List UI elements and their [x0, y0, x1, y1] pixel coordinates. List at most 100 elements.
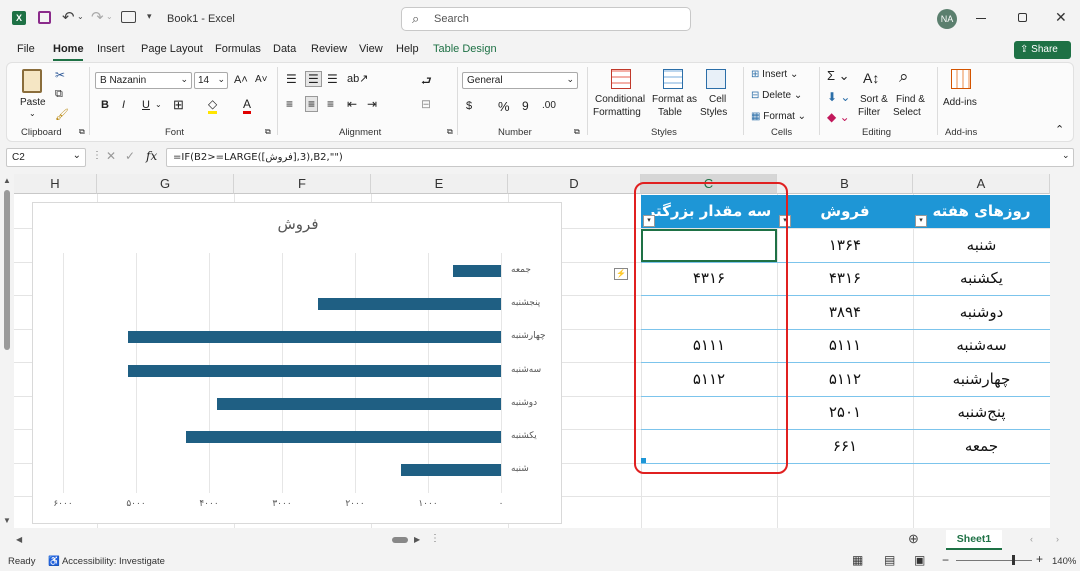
minimize-icon[interactable] — [976, 18, 986, 19]
expand-formula-icon[interactable]: ⌄ — [1062, 150, 1070, 161]
align-right-icon[interactable]: ≡ — [327, 97, 334, 111]
conditional-formatting-button[interactable]: Conditional Formatting — [593, 67, 649, 123]
column-header-g[interactable]: G — [97, 174, 234, 194]
column-header-h[interactable]: H — [14, 174, 97, 194]
quick-analysis-icon[interactable]: ⚡ — [614, 268, 628, 280]
page-layout-view-icon[interactable]: ▤ — [884, 553, 895, 567]
format-cells-button[interactable]: ▦ Format ⌄ — [751, 111, 806, 122]
column-header-a[interactable]: A — [913, 174, 1050, 194]
tab-review[interactable]: Review — [311, 43, 347, 55]
chart-bar[interactable] — [452, 265, 501, 277]
font-launcher-icon[interactable]: ⧉ — [265, 127, 271, 137]
grow-font-button[interactable]: A˄ — [234, 74, 248, 86]
wrap-text-icon[interactable]: ⮐ — [421, 72, 432, 93]
number-launcher-icon[interactable]: ⧉ — [574, 127, 580, 137]
restore-icon[interactable] — [1018, 13, 1027, 22]
column-header-f[interactable]: F — [234, 174, 371, 194]
normal-view-icon[interactable]: ▦ — [852, 553, 863, 567]
redo-dropdown-icon[interactable]: ⌄ — [106, 12, 113, 21]
add-sheet-icon[interactable]: ⊕ — [908, 531, 919, 547]
format-as-table-button[interactable]: Format as Table — [650, 67, 697, 123]
chart-title[interactable]: فروش — [33, 215, 563, 233]
cell-a3[interactable]: یکشنبه — [913, 262, 1050, 295]
orientation-icon[interactable]: ab↗ — [347, 72, 368, 85]
cell-b3[interactable]: ۴۳۱۶ — [777, 262, 913, 295]
insert-cells-button[interactable]: ⊞ Insert ⌄ — [751, 69, 798, 80]
cancel-icon[interactable]: ✕ — [106, 149, 116, 163]
italic-button[interactable]: I — [122, 99, 125, 111]
scroll-thumb[interactable] — [4, 190, 10, 350]
copy-icon[interactable]: ⧉ — [55, 88, 63, 101]
column-header-e[interactable]: E — [371, 174, 508, 194]
alignment-launcher-icon[interactable]: ⧉ — [447, 127, 453, 137]
horizontal-scroll-thumb[interactable] — [392, 537, 408, 543]
cut-icon[interactable]: ✂ — [55, 68, 65, 82]
decimal-button[interactable]: .00 — [542, 100, 556, 111]
tab-formulas[interactable]: Formulas — [215, 43, 261, 55]
insert-function-button[interactable]: fx — [146, 149, 157, 163]
tab-page-layout[interactable]: Page Layout — [141, 43, 203, 55]
chart-bar[interactable] — [318, 298, 501, 311]
bold-button[interactable]: B — [101, 99, 109, 111]
save-icon[interactable] — [38, 11, 51, 24]
align-top-icon[interactable]: ☰ — [286, 72, 297, 86]
decrease-indent-icon[interactable]: ⇤ — [347, 97, 357, 111]
align-center-icon[interactable]: ≡ — [305, 96, 319, 112]
cell-b4[interactable]: ۳۸۹۴ — [777, 295, 913, 329]
clipboard-launcher-icon[interactable]: ⧉ — [79, 127, 85, 137]
customize-toolbar-icon[interactable]: ▾ — [147, 11, 152, 22]
excel-icon[interactable]: X — [12, 11, 26, 25]
share-button[interactable]: ⇪ Share — [1014, 41, 1071, 59]
align-left-icon[interactable]: ≡ — [286, 97, 293, 111]
tab-file[interactable]: File — [17, 43, 35, 55]
tab-options-icon[interactable]: ⋮ — [430, 533, 440, 544]
worksheet-grid[interactable]: H G F E D C B A 1 2 3 4 5 6 7 8 9 10 سه … — [14, 174, 1050, 528]
cell-a2[interactable]: شنبه — [913, 229, 1050, 262]
increase-indent-icon[interactable]: ⇥ — [367, 97, 377, 111]
align-middle-icon[interactable]: ☰ — [305, 71, 322, 87]
format-painter-icon[interactable]: 🖌 — [55, 108, 69, 121]
find-select-button[interactable]: ⌕ Find & Select — [893, 67, 929, 123]
tab-home[interactable]: Home — [53, 43, 84, 55]
chart-bar[interactable] — [185, 431, 501, 443]
cell-b6[interactable]: ۵۱۱۲ — [777, 362, 913, 396]
zoom-slider-thumb[interactable] — [1012, 555, 1015, 565]
fill-color-icon[interactable]: ◇ — [208, 97, 218, 114]
scroll-right-icon[interactable]: ▶ — [414, 535, 420, 544]
align-bottom-icon[interactable]: ☰ — [327, 72, 338, 86]
column-header-b[interactable]: B — [777, 174, 913, 194]
redo-icon[interactable]: ↷ — [91, 8, 104, 26]
tab-insert[interactable]: Insert — [97, 43, 125, 55]
cell-styles-button[interactable]: Cell Styles — [697, 67, 735, 123]
zoom-in-icon[interactable]: + — [1036, 552, 1043, 566]
merge-center-icon[interactable]: ⊟ — [421, 97, 431, 111]
zoom-level[interactable]: 140% — [1052, 556, 1076, 567]
formula-bar-more-icon[interactable]: ⋮ — [92, 150, 102, 161]
horizontal-scrollbar[interactable] — [30, 537, 430, 543]
table-header-days[interactable]: روزهای هفته — [913, 195, 1050, 228]
sort-filter-button[interactable]: A↕ Sort & Filter — [857, 67, 891, 123]
cell-b8[interactable]: ۶۶۱ — [777, 429, 913, 463]
font-size-select[interactable]: 14 ⌄ — [194, 72, 228, 89]
cell-b7[interactable]: ۲۵۰۱ — [777, 396, 913, 429]
delete-cells-button[interactable]: ⊟ Delete ⌄ — [751, 90, 802, 101]
collapse-ribbon-icon[interactable]: ⌃ — [1055, 123, 1064, 136]
accessibility-status[interactable]: ♿ Accessibility: Investigate — [48, 556, 165, 567]
autosum-icon[interactable]: Σ ⌄ — [827, 68, 850, 84]
column-header-d[interactable]: D — [508, 174, 641, 194]
currency-button[interactable]: $ — [466, 100, 472, 112]
tab-table-design[interactable]: Table Design — [433, 43, 497, 55]
scroll-left-icon[interactable]: ◀ — [16, 535, 22, 544]
search-box[interactable]: ⌕ Search — [401, 7, 691, 31]
cell-a8[interactable]: جمعه — [913, 429, 1050, 463]
scroll-down-icon[interactable]: ▼ — [3, 516, 11, 525]
tab-data[interactable]: Data — [273, 43, 296, 55]
paste-button[interactable]: Paste ⌄ — [15, 67, 51, 121]
chevron-down-icon[interactable]: ⌄ — [155, 100, 162, 109]
shrink-font-button[interactable]: A˅ — [255, 74, 268, 85]
enter-icon[interactable]: ✓ — [125, 149, 135, 163]
undo-dropdown-icon[interactable]: ⌄ — [77, 12, 84, 21]
sheet-tab[interactable]: Sheet1 — [946, 530, 1002, 550]
chart-bar[interactable] — [127, 364, 501, 377]
tabs-nav-right-icon[interactable]: › — [1056, 534, 1059, 544]
